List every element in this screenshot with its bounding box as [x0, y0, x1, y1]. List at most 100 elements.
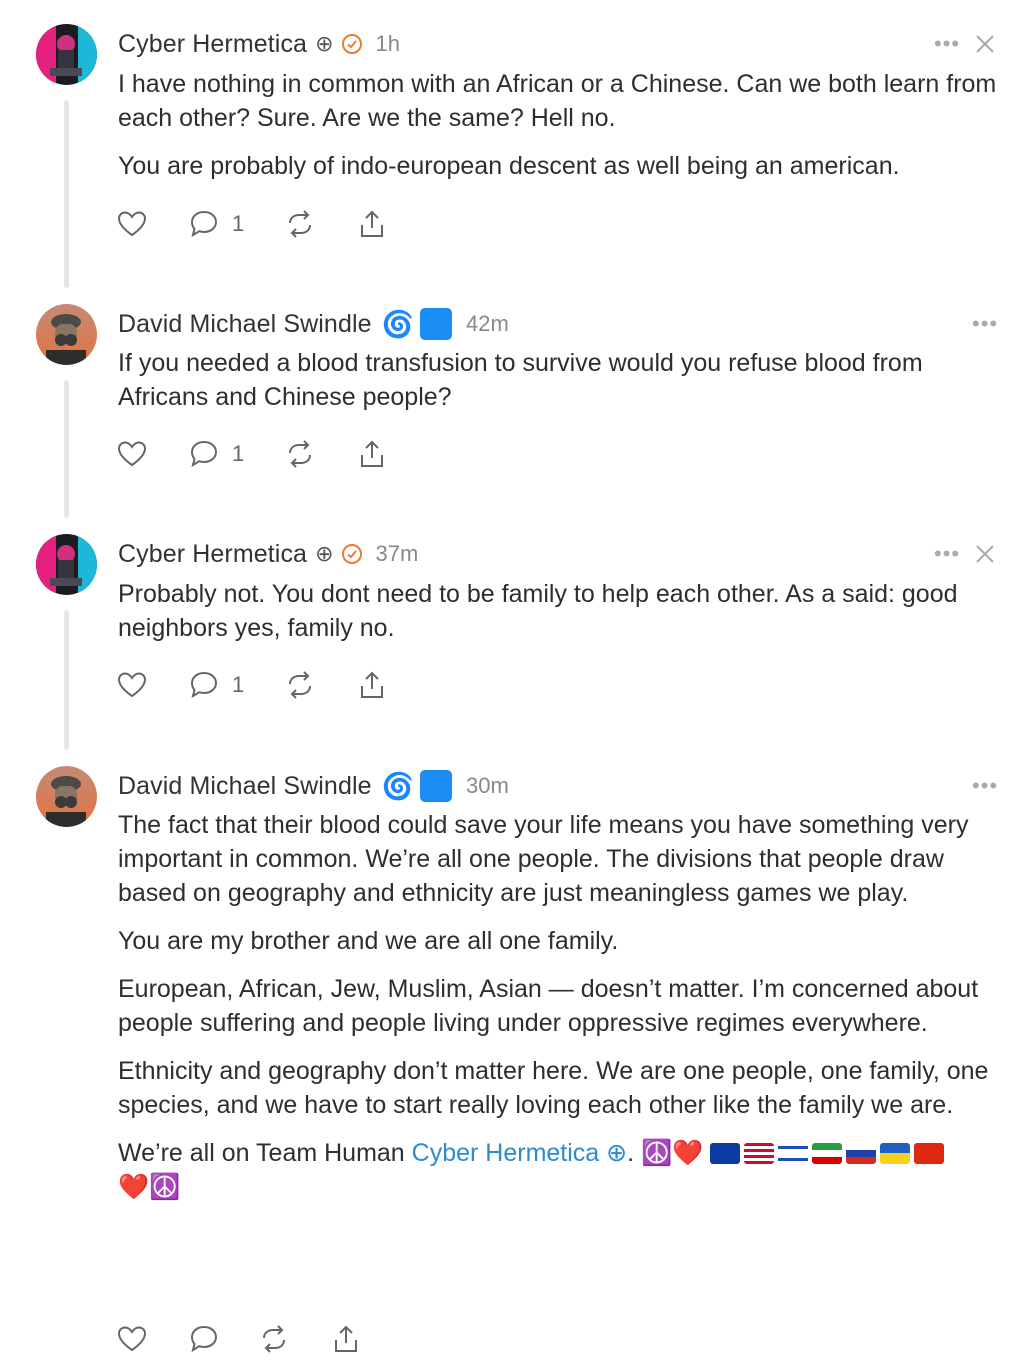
more-options-icon[interactable]: ••• — [934, 534, 960, 574]
like-button[interactable] — [116, 438, 148, 470]
comment-actions: 1 — [116, 204, 428, 244]
thread-connector — [64, 380, 69, 518]
blue-square-emoji — [419, 308, 452, 340]
verified-check-icon — [341, 544, 362, 564]
cyclone-emoji: 🌀 — [381, 309, 414, 339]
peace-emoji: ☮️ — [149, 1173, 181, 1201]
reply-count: 1 — [232, 672, 245, 697]
more-options-icon[interactable]: ••• — [972, 304, 998, 344]
author-glyph: ⊕ — [315, 31, 334, 56]
israel-flag-emoji — [778, 1143, 809, 1164]
like-button[interactable] — [116, 1323, 148, 1355]
comment-body: If you needed a blood transfusion to sur… — [118, 346, 1008, 414]
timestamp: 37m — [375, 541, 419, 566]
paragraph-text: . — [627, 1139, 642, 1167]
close-icon[interactable] — [974, 534, 996, 574]
heart-emoji: ❤️ — [672, 1139, 704, 1167]
comment-thread: Cyber Hermetica ⊕ 1h ••• I have nothing … — [0, 0, 1028, 1368]
repost-button[interactable] — [258, 1323, 290, 1355]
paragraph: If you needed a blood transfusion to sur… — [118, 349, 923, 411]
comment-actions: 1 — [116, 434, 428, 474]
share-button[interactable] — [356, 438, 388, 470]
repost-icon — [263, 1325, 285, 1353]
heart-icon — [117, 211, 147, 237]
author-name[interactable]: David Michael Swindle — [118, 772, 372, 801]
paragraph: You are probably of indo-european descen… — [118, 152, 900, 180]
author-badges: 🌀 — [382, 770, 452, 802]
reply-button[interactable] — [188, 1323, 220, 1355]
reply-count: 1 — [232, 441, 245, 466]
paragraph-with-mention: We’re all on Team Human Cyber Hermetica … — [118, 1136, 1008, 1204]
paragraph: Ethnicity and geography don’t matter her… — [118, 1057, 989, 1119]
repost-icon — [289, 440, 312, 468]
comment-actions: 1 — [116, 665, 428, 705]
author-name[interactable]: Cyber Hermetica — [118, 540, 307, 569]
iran-flag-emoji — [812, 1143, 843, 1164]
share-button[interactable] — [330, 1323, 362, 1355]
blue-square-emoji — [419, 770, 452, 802]
like-button[interactable] — [116, 208, 148, 240]
heart-icon — [117, 672, 147, 698]
china-flag-emoji — [914, 1143, 945, 1164]
paragraph: European, African, Jew, Muslim, Asian — … — [118, 975, 979, 1037]
heart-emoji: ❤️ — [118, 1173, 150, 1201]
author-name[interactable]: Cyber Hermetica — [118, 30, 307, 59]
author-glyph: ⊕ — [315, 541, 334, 566]
like-button[interactable] — [116, 669, 148, 701]
cyclone-emoji: 🌀 — [381, 771, 414, 801]
verified-check-icon — [341, 34, 362, 54]
reply-button[interactable]: 1 — [188, 208, 244, 240]
comment-icon — [190, 210, 218, 238]
avatar-david-michael-swindle[interactable] — [36, 766, 97, 827]
share-icon — [361, 671, 384, 698]
comment-body: Probably not. You dont need to be family… — [118, 577, 1008, 645]
timestamp: 30m — [465, 773, 509, 798]
avatar-david-michael-swindle[interactable] — [36, 304, 97, 365]
comment-header: Cyber Hermetica ⊕ 37m — [118, 534, 418, 574]
us-flag-emoji — [744, 1143, 775, 1164]
more-options-icon[interactable]: ••• — [934, 24, 960, 64]
repost-icon — [289, 210, 312, 238]
paragraph: You are my brother and we are all one fa… — [118, 927, 619, 955]
author-badges: 🌀 — [382, 308, 452, 340]
timestamp: 1h — [375, 31, 400, 56]
repost-button[interactable] — [284, 669, 316, 701]
comment-icon — [190, 671, 218, 699]
user-mention-link[interactable]: Cyber Hermetica ⊕ — [412, 1139, 627, 1167]
timestamp: 42m — [465, 311, 509, 336]
paragraph: Probably not. You dont need to be family… — [118, 580, 958, 642]
share-icon — [361, 440, 384, 467]
comment-actions — [116, 1319, 402, 1359]
heart-icon — [117, 1326, 147, 1352]
more-options-icon[interactable]: ••• — [972, 766, 998, 806]
comment-header: David Michael Swindle 🌀 30m — [118, 766, 509, 806]
comment-header: David Michael Swindle 🌀 42m — [118, 304, 509, 344]
repost-button[interactable] — [284, 208, 316, 240]
avatar-cyber-hermetica[interactable] — [36, 24, 97, 85]
share-icon — [361, 210, 384, 237]
comment-header: Cyber Hermetica ⊕ 1h — [118, 24, 400, 64]
repost-icon — [289, 671, 312, 699]
reply-button[interactable]: 1 — [188, 669, 244, 701]
reply-button[interactable]: 1 — [188, 438, 244, 470]
ukraine-flag-emoji — [880, 1143, 911, 1164]
comment-icon — [190, 440, 218, 468]
eu-flag-emoji — [710, 1143, 741, 1164]
paragraph: The fact that their blood could save you… — [118, 811, 969, 907]
close-icon[interactable] — [974, 24, 996, 64]
paragraph: I have nothing in common with an African… — [118, 70, 997, 132]
comment-body: I have nothing in common with an African… — [118, 67, 1008, 183]
thread-connector — [64, 610, 69, 750]
comment-body: The fact that their blood could save you… — [118, 808, 1008, 1204]
heart-icon — [117, 441, 147, 467]
share-button[interactable] — [356, 669, 388, 701]
author-name[interactable]: David Michael Swindle — [118, 310, 372, 339]
repost-button[interactable] — [284, 438, 316, 470]
share-button[interactable] — [356, 208, 388, 240]
thread-connector — [64, 100, 69, 288]
reply-count: 1 — [232, 211, 245, 236]
paragraph-text: We’re all on Team Human — [118, 1139, 412, 1167]
avatar-cyber-hermetica[interactable] — [36, 534, 97, 595]
comment-icon — [190, 1325, 218, 1353]
share-icon — [335, 1325, 357, 1352]
